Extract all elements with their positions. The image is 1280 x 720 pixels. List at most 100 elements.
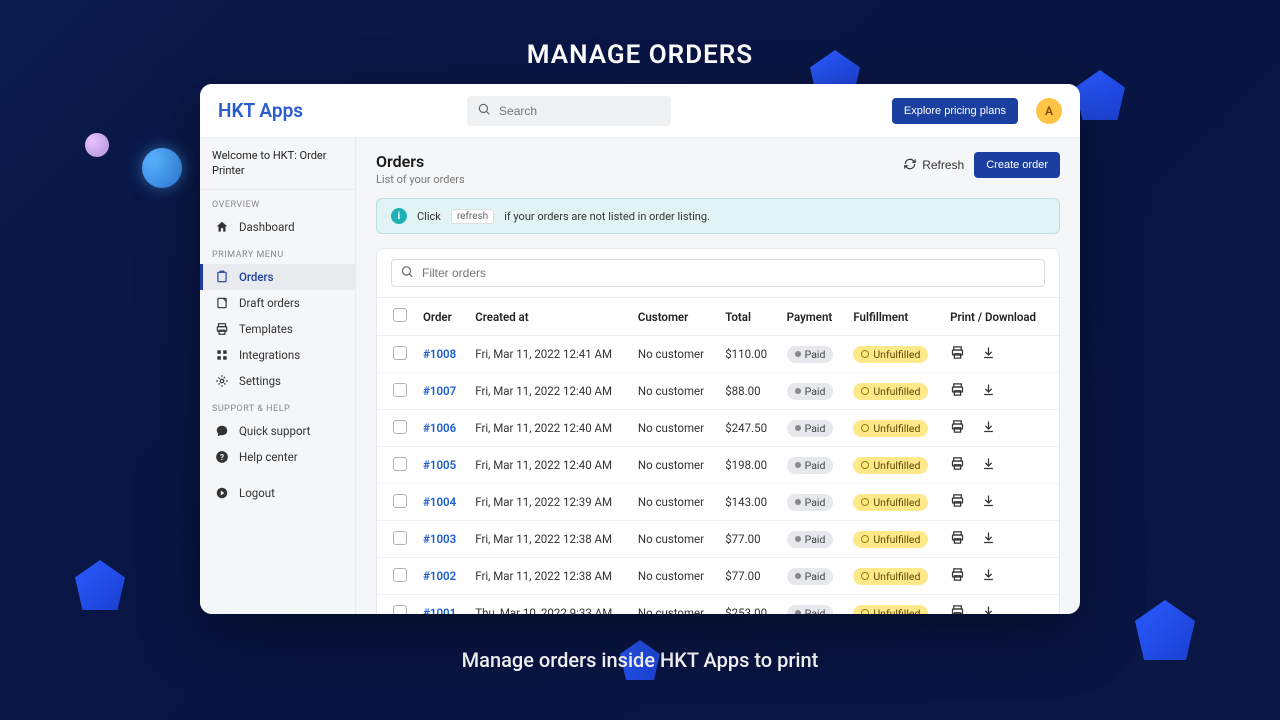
promo-subtitle: Manage orders inside HKT Apps to print bbox=[0, 648, 1280, 672]
col-total: Total bbox=[717, 298, 778, 336]
table-row: #1006Fri, Mar 11, 2022 12:40 AMNo custom… bbox=[377, 410, 1059, 447]
cell-created: Thu, Mar 10, 2022 9:33 AM bbox=[467, 595, 630, 615]
create-order-button[interactable]: Create order bbox=[974, 152, 1060, 178]
cell-created: Fri, Mar 11, 2022 12:38 AM bbox=[467, 558, 630, 595]
row-checkbox[interactable] bbox=[393, 346, 407, 360]
sidebar-item-label: Orders bbox=[239, 270, 274, 284]
print-button[interactable] bbox=[950, 604, 965, 614]
download-button[interactable] bbox=[981, 567, 996, 585]
order-link[interactable]: #1001 bbox=[423, 606, 456, 614]
table-row: #1003Fri, Mar 11, 2022 12:38 AMNo custom… bbox=[377, 521, 1059, 558]
fulfillment-badge: Unfulfilled bbox=[853, 605, 928, 615]
refresh-button[interactable]: Refresh bbox=[903, 157, 964, 174]
table-row: #1001Thu, Mar 10, 2022 9:33 AMNo custome… bbox=[377, 595, 1059, 615]
sidebar-item-label: Help center bbox=[239, 450, 298, 464]
order-link[interactable]: #1004 bbox=[423, 495, 456, 509]
cell-total: $110.00 bbox=[717, 336, 778, 373]
welcome-text: Welcome to HKT: Order Printer bbox=[200, 138, 355, 190]
sidebar-item-quick-support[interactable]: Quick support bbox=[200, 418, 355, 444]
sidebar-item-logout[interactable]: Logout bbox=[200, 480, 355, 506]
topbar: HKT Apps Explore pricing plans A bbox=[200, 84, 1080, 138]
fulfillment-badge: Unfulfilled bbox=[853, 568, 928, 585]
select-all-checkbox[interactable] bbox=[393, 308, 407, 322]
download-button[interactable] bbox=[981, 493, 996, 511]
row-checkbox[interactable] bbox=[393, 420, 407, 434]
sidebar-item-draft-orders[interactable]: Draft orders bbox=[200, 290, 355, 316]
banner-text-post: if your orders are not listed in order l… bbox=[504, 210, 710, 223]
order-link[interactable]: #1006 bbox=[423, 421, 456, 435]
sidebar-item-settings[interactable]: Settings bbox=[200, 368, 355, 394]
cell-customer: No customer bbox=[630, 336, 717, 373]
sidebar-item-label: Logout bbox=[239, 486, 275, 500]
cell-customer: No customer bbox=[630, 558, 717, 595]
cell-total: $253.00 bbox=[717, 595, 778, 615]
chat-icon bbox=[215, 424, 229, 438]
home-icon bbox=[215, 220, 229, 234]
cell-created: Fri, Mar 11, 2022 12:40 AM bbox=[467, 410, 630, 447]
download-button[interactable] bbox=[981, 530, 996, 548]
cell-total: $88.00 bbox=[717, 373, 778, 410]
avatar[interactable]: A bbox=[1036, 98, 1062, 124]
print-button[interactable] bbox=[950, 456, 965, 474]
row-checkbox[interactable] bbox=[393, 457, 407, 471]
sidebar-item-label: Quick support bbox=[239, 424, 310, 438]
download-button[interactable] bbox=[981, 345, 996, 363]
search-input[interactable] bbox=[499, 104, 661, 118]
download-button[interactable] bbox=[981, 382, 996, 400]
page-title: Orders bbox=[376, 152, 465, 171]
sidebar-item-orders[interactable]: Orders bbox=[200, 264, 355, 290]
print-button[interactable] bbox=[950, 345, 965, 363]
cell-created: Fri, Mar 11, 2022 12:39 AM bbox=[467, 484, 630, 521]
order-link[interactable]: #1002 bbox=[423, 569, 456, 583]
order-link[interactable]: #1005 bbox=[423, 458, 456, 472]
sidebar-item-integrations[interactable]: Integrations bbox=[200, 342, 355, 368]
sidebar-item-help-center[interactable]: ? Help center bbox=[200, 444, 355, 470]
cell-created: Fri, Mar 11, 2022 12:40 AM bbox=[467, 447, 630, 484]
cell-total: $198.00 bbox=[717, 447, 778, 484]
section-support: SUPPORT & HELP bbox=[200, 394, 355, 418]
payment-badge: Paid bbox=[787, 568, 834, 585]
payment-badge: Paid bbox=[787, 383, 834, 400]
fulfillment-badge: Unfulfilled bbox=[853, 383, 928, 400]
table-row: #1007Fri, Mar 11, 2022 12:40 AMNo custom… bbox=[377, 373, 1059, 410]
print-button[interactable] bbox=[950, 382, 965, 400]
download-button[interactable] bbox=[981, 419, 996, 437]
banner-refresh-chip[interactable]: refresh bbox=[451, 209, 494, 224]
order-link[interactable]: #1007 bbox=[423, 384, 456, 398]
filter-orders-input[interactable] bbox=[391, 259, 1045, 287]
page-subtitle: List of your orders bbox=[376, 173, 465, 186]
sidebar-item-label: Integrations bbox=[239, 348, 300, 362]
section-overview: OVERVIEW bbox=[200, 190, 355, 214]
print-button[interactable] bbox=[950, 567, 965, 585]
sidebar-item-dashboard[interactable]: Dashboard bbox=[200, 214, 355, 240]
help-icon: ? bbox=[215, 450, 229, 464]
sidebar-item-label: Draft orders bbox=[239, 296, 300, 310]
cell-customer: No customer bbox=[630, 447, 717, 484]
order-link[interactable]: #1008 bbox=[423, 347, 456, 361]
row-checkbox[interactable] bbox=[393, 383, 407, 397]
row-checkbox[interactable] bbox=[393, 494, 407, 508]
sidebar: Welcome to HKT: Order Printer OVERVIEW D… bbox=[200, 138, 356, 614]
logout-icon bbox=[215, 486, 229, 500]
orders-card: Order Created at Customer Total Payment … bbox=[376, 248, 1060, 614]
download-button[interactable] bbox=[981, 456, 996, 474]
order-link[interactable]: #1003 bbox=[423, 532, 456, 546]
sidebar-item-templates[interactable]: Templates bbox=[200, 316, 355, 342]
row-checkbox[interactable] bbox=[393, 568, 407, 582]
brand-logo[interactable]: HKT Apps bbox=[218, 99, 303, 122]
print-button[interactable] bbox=[950, 419, 965, 437]
apps-icon bbox=[215, 348, 229, 362]
explore-pricing-button[interactable]: Explore pricing plans bbox=[892, 98, 1018, 124]
print-button[interactable] bbox=[950, 530, 965, 548]
row-checkbox[interactable] bbox=[393, 531, 407, 545]
global-search[interactable] bbox=[467, 96, 671, 126]
download-button[interactable] bbox=[981, 604, 996, 614]
col-created: Created at bbox=[467, 298, 630, 336]
refresh-icon bbox=[903, 157, 917, 174]
cell-total: $143.00 bbox=[717, 484, 778, 521]
search-icon bbox=[400, 264, 414, 283]
print-button[interactable] bbox=[950, 493, 965, 511]
payment-badge: Paid bbox=[787, 605, 834, 615]
orders-icon bbox=[215, 270, 229, 284]
row-checkbox[interactable] bbox=[393, 605, 407, 615]
